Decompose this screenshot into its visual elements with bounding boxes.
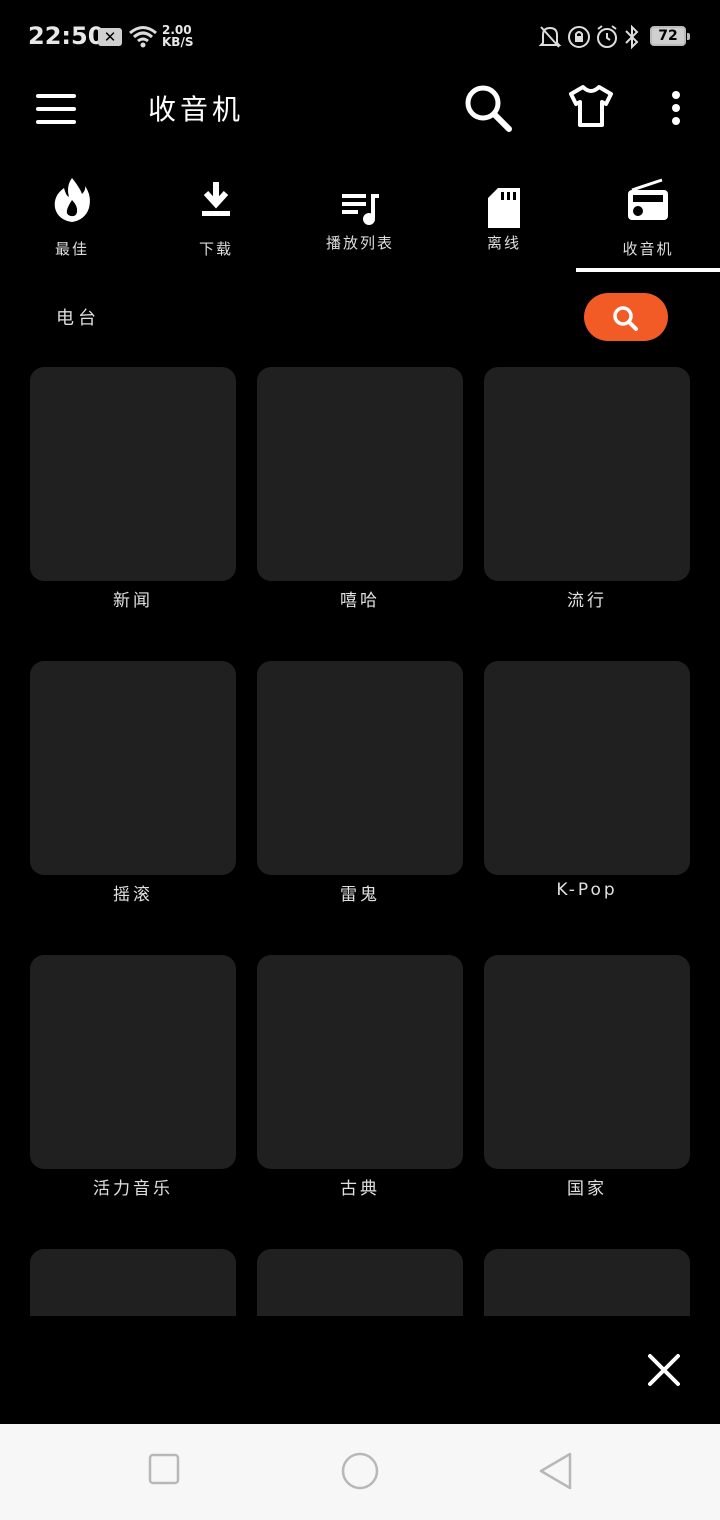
genre-label: 新闻 bbox=[113, 591, 153, 611]
system-nav-bar bbox=[0, 1424, 720, 1520]
tab-download[interactable]: 下载 bbox=[144, 170, 288, 270]
download-icon bbox=[202, 182, 230, 216]
genre-label: 活力音乐 bbox=[93, 1179, 173, 1199]
playlist-icon bbox=[342, 194, 379, 225]
tab-label: 下载 bbox=[198, 240, 233, 258]
alarm-icon bbox=[597, 25, 617, 48]
tab-label: 离线 bbox=[486, 234, 521, 252]
radio-icon bbox=[628, 178, 668, 220]
tab-label: 收音机 bbox=[622, 240, 674, 258]
genre-label: 国家 bbox=[567, 1179, 607, 1199]
genre-tile[interactable] bbox=[257, 1249, 463, 1316]
genre-tile[interactable] bbox=[30, 367, 236, 581]
home-icon[interactable] bbox=[340, 1452, 380, 1492]
menu-icon[interactable] bbox=[36, 94, 76, 124]
bluetooth-icon bbox=[625, 24, 639, 50]
genre-grid: 新闻 嘻哈 流行 摇滚 雷鬼 K-Pop 活力音乐 古典 国家 bbox=[0, 360, 720, 1316]
genre-label: K-Pop bbox=[556, 880, 618, 900]
genre-label: 雷鬼 bbox=[340, 885, 380, 905]
back-icon[interactable] bbox=[538, 1452, 574, 1492]
genre-label: 嘻哈 bbox=[340, 591, 380, 611]
genre-tile[interactable] bbox=[257, 955, 463, 1169]
battery-indicator: 72 bbox=[650, 26, 690, 46]
more-vert-icon[interactable] bbox=[666, 82, 686, 134]
tab-label: 最佳 bbox=[54, 240, 89, 258]
recents-icon[interactable] bbox=[148, 1452, 180, 1486]
search-icon bbox=[613, 306, 638, 331]
tab-radio[interactable]: 收音机 bbox=[576, 170, 720, 270]
genre-tile[interactable] bbox=[257, 661, 463, 875]
genre-label: 流行 bbox=[567, 591, 607, 611]
page-title: 收音机 bbox=[148, 93, 245, 126]
genre-tile[interactable] bbox=[257, 367, 463, 581]
tab-playlist[interactable]: 播放列表 bbox=[288, 170, 432, 270]
wifi-icon bbox=[129, 26, 157, 48]
genre-label: 古典 bbox=[340, 1179, 380, 1199]
status-time: 22:50 bbox=[28, 22, 105, 50]
tab-selected-indicator bbox=[576, 268, 720, 272]
tab-offline[interactable]: 离线 bbox=[432, 170, 576, 270]
tshirt-icon[interactable] bbox=[568, 82, 614, 130]
flame-icon bbox=[54, 178, 90, 222]
genre-tile[interactable] bbox=[484, 367, 690, 581]
genre-tile[interactable] bbox=[30, 661, 236, 875]
section-label: 电台 bbox=[56, 308, 100, 329]
lock-rotation-icon bbox=[568, 26, 590, 48]
network-speed-unit: KB/S bbox=[162, 35, 194, 49]
genre-tile[interactable] bbox=[484, 955, 690, 1169]
tab-best[interactable]: 最佳 bbox=[0, 170, 144, 270]
close-icon[interactable] bbox=[646, 1352, 682, 1388]
genre-tile[interactable] bbox=[484, 1249, 690, 1316]
search-icon[interactable] bbox=[462, 82, 514, 134]
genre-tile[interactable] bbox=[30, 1249, 236, 1316]
tab-label: 播放列表 bbox=[325, 234, 394, 252]
notification-close-icon: ✕ bbox=[98, 28, 122, 46]
status-bar: 22:50 ✕ 2.00 KB/S 72 bbox=[0, 0, 720, 72]
bell-off-icon bbox=[538, 26, 562, 48]
sd-card-icon bbox=[488, 188, 520, 228]
genre-label: 摇滚 bbox=[113, 885, 153, 905]
station-search-button[interactable] bbox=[584, 293, 668, 341]
genre-tile[interactable] bbox=[30, 955, 236, 1169]
network-speed: 2.00 KB/S bbox=[162, 24, 193, 48]
genre-tile[interactable] bbox=[484, 661, 690, 875]
